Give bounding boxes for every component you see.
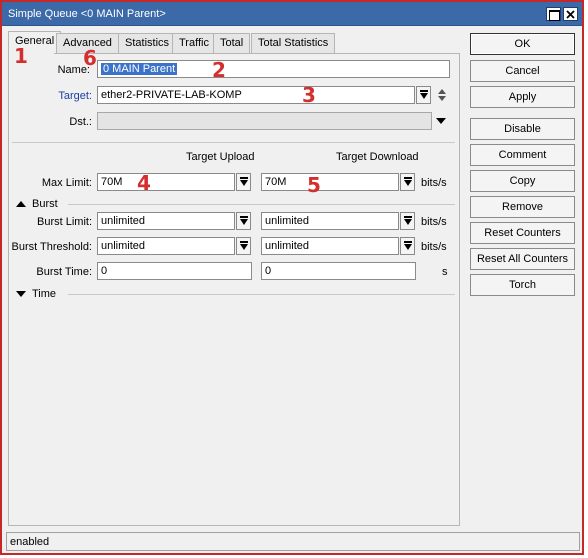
torch-button[interactable]: Torch [470, 274, 575, 296]
dropdown-icon [240, 216, 248, 225]
ok-button[interactable]: OK [470, 33, 575, 55]
name-input[interactable]: 0 MAIN Parent [97, 60, 450, 78]
max-limit-download-value: 70M [265, 176, 287, 188]
max-limit-upload-dropdown[interactable] [236, 173, 251, 191]
burst-time-upload-input[interactable]: 0 [97, 262, 252, 280]
remove-button[interactable]: Remove [470, 196, 575, 218]
tab-label: Total [220, 37, 244, 49]
burst-limit-upload-input[interactable]: unlimited [97, 212, 235, 230]
burst-threshold-download-input[interactable]: unlimited [261, 237, 399, 255]
expand-icon [16, 291, 26, 298]
burst-time-download-value: 0 [265, 265, 272, 277]
divider [68, 204, 455, 205]
tab-total[interactable]: Total [213, 33, 251, 53]
target-value: ether2-PRIVATE-LAB-KOMP [101, 89, 242, 101]
burst-threshold-upload-input[interactable]: unlimited [97, 237, 235, 255]
target-updown-icon[interactable] [436, 86, 448, 104]
burst-threshold-label: Burst Threshold: [11, 241, 92, 253]
title-bar[interactable]: Simple Queue <0 MAIN Parent> [2, 2, 582, 26]
time-section-toggle[interactable]: Time [16, 288, 56, 300]
burst-section-toggle[interactable]: Burst [16, 198, 58, 210]
unit-label: bits/s [421, 216, 447, 228]
reset-all-counters-button[interactable]: Reset All Counters [470, 248, 575, 270]
dropdown-icon [404, 241, 412, 250]
max-limit-label: Max Limit: [41, 177, 92, 189]
dst-label: Dst.: [69, 116, 92, 128]
burst-limit-upload-dropdown[interactable] [236, 212, 251, 230]
tab-label: Statistics [125, 37, 170, 49]
dst-input[interactable] [97, 112, 432, 130]
comment-button[interactable]: Comment [470, 144, 575, 166]
unit-label: bits/s [421, 177, 447, 189]
window-title: Simple Queue <0 MAIN Parent> [8, 8, 166, 20]
tab-label: Traffic [179, 37, 209, 49]
unit-label: bits/s [421, 241, 447, 253]
tab-traffic[interactable]: Traffic [172, 33, 216, 53]
tab-label: Total Statistics [258, 37, 329, 49]
dropdown-icon [404, 216, 412, 225]
annotation-4: 4 [137, 171, 151, 195]
target-upload-header: Target Upload [186, 151, 255, 163]
burst-limit-download-value: unlimited [265, 215, 310, 227]
target-label: Target: [58, 90, 92, 102]
annotation-6: 6 [83, 46, 97, 70]
seconds-unit-label: s [442, 266, 448, 278]
annotation-2: 2 [212, 58, 226, 82]
status-text: enabled [10, 536, 50, 548]
close-icon [566, 10, 575, 19]
reset-counters-button[interactable]: Reset Counters [470, 222, 575, 244]
burst-limit-download-input[interactable]: unlimited [261, 212, 399, 230]
target-download-header: Target Download [336, 151, 419, 163]
simple-queue-window: Simple Queue <0 MAIN Parent> General Adv… [0, 0, 584, 555]
burst-threshold-upload-dropdown[interactable] [236, 237, 251, 255]
dropdown-icon [420, 90, 428, 99]
tab-statistics[interactable]: Statistics [118, 33, 177, 53]
tab-total-statistics[interactable]: Total Statistics [251, 33, 336, 53]
max-limit-upload-value: 70M [101, 176, 123, 188]
burst-time-download-input[interactable]: 0 [261, 262, 416, 280]
target-dropdown-button[interactable] [416, 86, 431, 104]
divider [68, 294, 455, 295]
burst-threshold-upload-value: unlimited [101, 240, 146, 252]
max-limit-download-dropdown[interactable] [400, 173, 415, 191]
burst-threshold-download-dropdown[interactable] [400, 237, 415, 255]
close-button[interactable] [563, 7, 578, 21]
burst-section-label: Burst [32, 198, 58, 210]
annotation-5: 5 [307, 173, 321, 197]
collapse-icon [16, 201, 26, 208]
annotation-1: 1 [14, 44, 28, 68]
dst-dropdown-icon[interactable] [436, 118, 446, 124]
dropdown-icon [240, 241, 248, 250]
apply-button[interactable]: Apply [470, 86, 575, 108]
max-limit-download-input[interactable]: 70M [261, 173, 399, 191]
burst-limit-download-dropdown[interactable] [400, 212, 415, 230]
maximize-button[interactable] [546, 7, 561, 21]
burst-threshold-download-value: unlimited [265, 240, 310, 252]
disable-button[interactable]: Disable [470, 118, 575, 140]
status-bar: enabled [6, 532, 580, 551]
target-select[interactable]: ether2-PRIVATE-LAB-KOMP [97, 86, 415, 104]
max-limit-upload-input[interactable]: 70M [97, 173, 235, 191]
burst-time-label: Burst Time: [36, 266, 92, 278]
name-value: 0 MAIN Parent [101, 63, 178, 75]
dropdown-icon [240, 177, 248, 186]
cancel-button[interactable]: Cancel [470, 60, 575, 82]
annotation-3: 3 [302, 83, 316, 107]
dropdown-icon [404, 177, 412, 186]
time-section-label: Time [32, 288, 57, 300]
divider [12, 142, 455, 143]
burst-limit-upload-value: unlimited [101, 215, 146, 227]
burst-time-upload-value: 0 [101, 265, 108, 277]
burst-limit-label: Burst Limit: [36, 216, 92, 228]
tab-panel-top [54, 53, 460, 54]
copy-button[interactable]: Copy [470, 170, 575, 192]
